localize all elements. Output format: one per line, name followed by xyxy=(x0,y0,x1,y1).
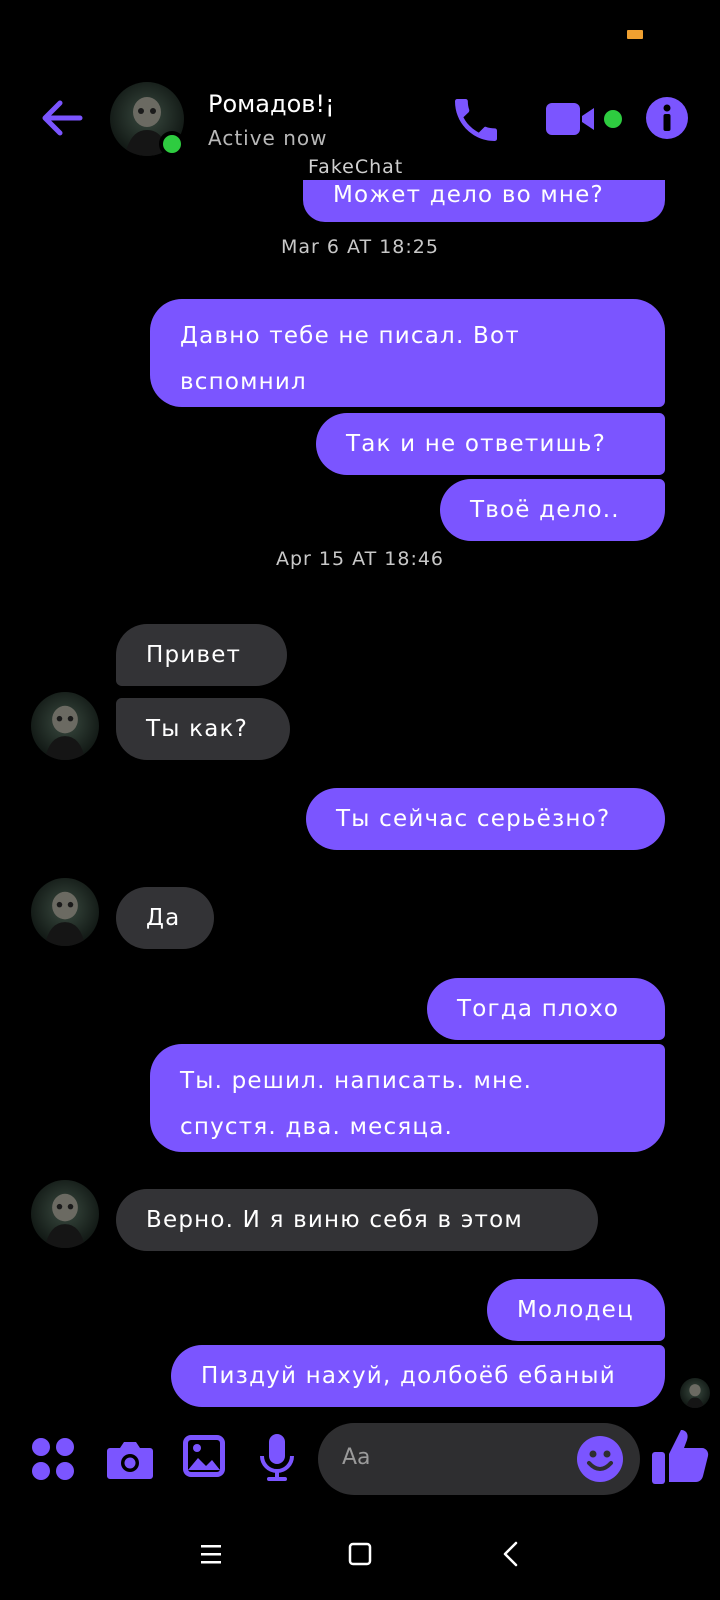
active-status: Active now xyxy=(208,126,328,150)
message-outgoing[interactable]: Так и не ответишь? xyxy=(316,413,665,475)
message-outgoing[interactable]: Пиздуй нахуй, долбоёб ебаный xyxy=(171,1345,665,1407)
menu-icon[interactable] xyxy=(189,1532,233,1576)
composer-bar: Aa xyxy=(0,1420,720,1500)
timestamp: Mar 6 AT 18:25 xyxy=(281,236,439,258)
message-incoming[interactable]: Верно. И я виню себя в этом xyxy=(116,1189,598,1251)
message-outgoing[interactable]: Может дело во мне? xyxy=(303,180,665,222)
microphone-icon[interactable] xyxy=(258,1432,296,1484)
message-incoming[interactable]: Да xyxy=(116,887,214,949)
phone-call-icon[interactable] xyxy=(448,92,504,148)
back-arrow-icon[interactable] xyxy=(38,94,86,142)
info-icon[interactable] xyxy=(645,96,689,140)
sender-avatar[interactable] xyxy=(31,878,99,946)
message-line: Ты. решил. написать. мне. xyxy=(180,1068,533,1094)
message-line: спустя. два. месяца. xyxy=(180,1114,454,1140)
home-icon[interactable] xyxy=(338,1532,382,1576)
message-outgoing[interactable]: Ты сейчас серьёзно? xyxy=(306,788,665,850)
video-active-dot xyxy=(604,110,622,128)
contact-avatar[interactable] xyxy=(110,82,185,157)
message-outgoing[interactable]: Давно тебе не писал. Вот вспомнил xyxy=(150,299,665,407)
message-line: вспомнил xyxy=(180,369,307,395)
message-outgoing[interactable]: Ты. решил. написать. мне. спустя. два. м… xyxy=(150,1044,665,1152)
message-outgoing[interactable]: Тогда плохо xyxy=(427,978,665,1040)
video-call-icon[interactable] xyxy=(544,96,600,142)
back-icon[interactable] xyxy=(490,1532,534,1576)
message-incoming[interactable]: Ты как? xyxy=(116,698,290,760)
message-outgoing[interactable]: Твоё дело.. xyxy=(440,479,665,541)
emoji-icon[interactable] xyxy=(576,1435,624,1483)
watermark: FakeChat xyxy=(308,156,404,178)
online-status-dot xyxy=(159,131,185,157)
apps-icon[interactable] xyxy=(30,1436,78,1484)
seen-receipt-avatar xyxy=(680,1378,710,1408)
system-nav-bar xyxy=(0,1510,720,1600)
timestamp: Apr 15 AT 18:46 xyxy=(275,548,445,570)
sender-avatar[interactable] xyxy=(31,1180,99,1248)
message-incoming[interactable]: Привет xyxy=(116,624,287,686)
camera-icon[interactable] xyxy=(106,1436,154,1482)
message-input-placeholder: Aa xyxy=(342,1445,371,1470)
sender-avatar[interactable] xyxy=(31,692,99,760)
message-line: Давно тебе не писал. Вот xyxy=(180,323,520,349)
image-icon[interactable] xyxy=(182,1434,226,1478)
message-input[interactable]: Aa xyxy=(318,1423,640,1495)
battery-indicator xyxy=(627,30,643,39)
message-list[interactable]: Может дело во мне? Mar 6 AT 18:25 Давно … xyxy=(0,180,720,1410)
message-outgoing[interactable]: Молодец xyxy=(487,1279,665,1341)
thumbs-up-icon[interactable] xyxy=(650,1426,710,1486)
contact-name[interactable]: Ромадов!¡ xyxy=(208,90,335,118)
